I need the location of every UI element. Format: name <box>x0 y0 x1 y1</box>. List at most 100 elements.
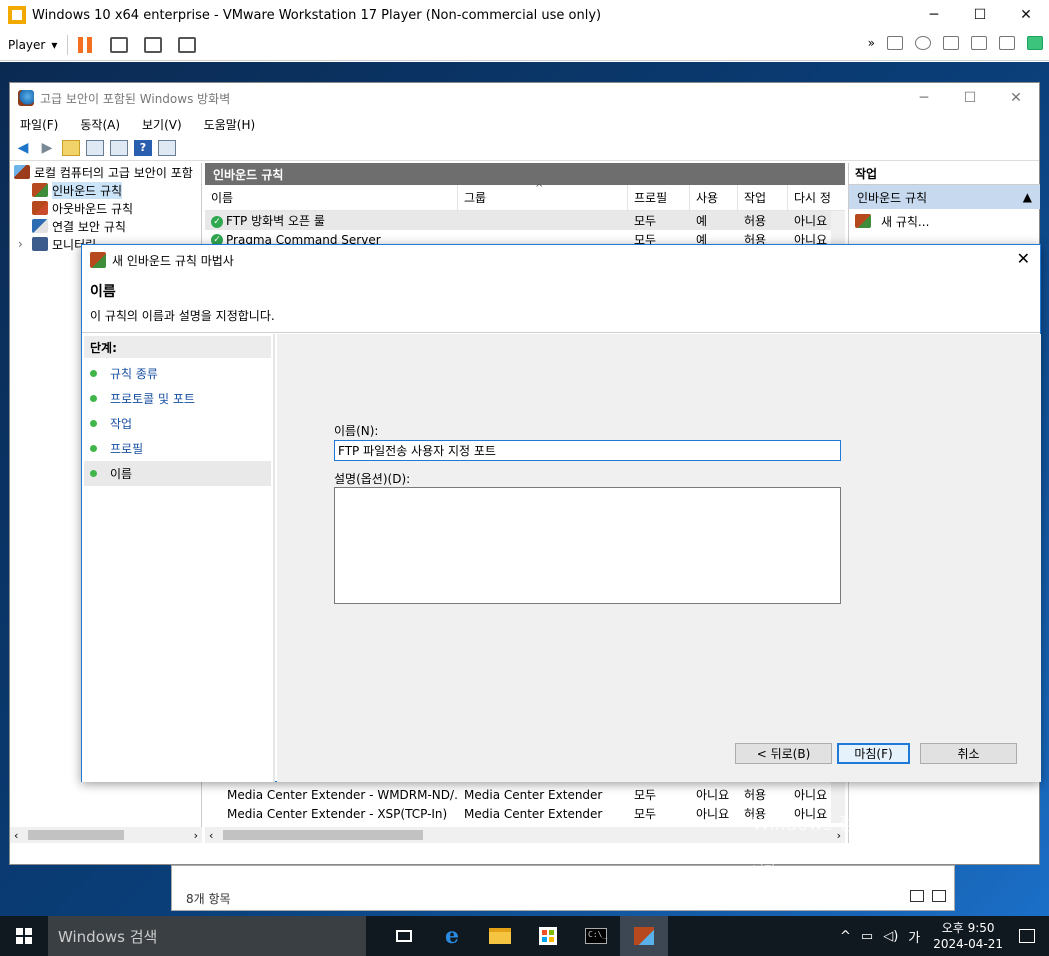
more-devices-icon[interactable]: » <box>868 36 875 50</box>
back-button[interactable]: < 뒤로(B) <box>735 743 832 764</box>
view-toggle-icons <box>910 890 946 902</box>
action-section-label: 인바운드 규칙 <box>857 190 928 205</box>
start-button[interactable] <box>0 916 48 956</box>
tiles-view-icon[interactable] <box>932 890 946 902</box>
forward-arrow-icon[interactable]: ▶ <box>38 140 56 156</box>
rules-horizontal-scrollbar[interactable]: ‹ › <box>205 827 845 843</box>
printer-icon[interactable] <box>999 36 1015 50</box>
tree-root[interactable]: 로컬 컴퓨터의 고급 보안이 포함 <box>10 163 201 181</box>
taskbar-search[interactable]: Windows 검색 <box>48 916 366 956</box>
scroll-left-icon[interactable]: ‹ <box>14 829 18 842</box>
ime-indicator[interactable]: 가 <box>908 927 920 946</box>
details-view-icon[interactable] <box>910 890 924 902</box>
store-icon <box>539 927 557 945</box>
column-header-action[interactable]: 작업 <box>738 184 788 211</box>
help-icon[interactable]: ? <box>134 139 152 156</box>
tree-horizontal-scrollbar[interactable]: ‹ › <box>10 827 202 843</box>
up-folder-icon[interactable] <box>62 139 80 156</box>
pause-icon[interactable] <box>78 37 93 53</box>
step-status-icon <box>90 470 97 477</box>
step-label: 작업 <box>110 417 133 431</box>
chevron-down-icon: ▾ <box>51 38 58 52</box>
step-action[interactable]: 작업 <box>84 411 271 436</box>
unity-icon[interactable] <box>178 37 197 53</box>
wizard-subheading: 이 규칙의 이름과 설명을 지정합니다. <box>90 309 275 323</box>
step-protocol-port[interactable]: 프로토콜 및 포트 <box>84 386 271 411</box>
tree-item-connection-security-rules[interactable]: 연결 보안 규칙 <box>10 217 201 235</box>
send-ctrl-alt-del-icon[interactable] <box>110 37 129 53</box>
clock[interactable]: 오후 9:50 2024-04-21 <box>933 920 1003 952</box>
sound-card-icon[interactable] <box>971 36 987 50</box>
table-row[interactable]: Media Center Extender - WMDRM-ND/... Med… <box>205 785 828 804</box>
step-rule-type[interactable]: 규칙 종류 <box>84 361 271 386</box>
column-header-profile[interactable]: 프로필 <box>628 184 690 211</box>
system-tray: ^ ▭ ◁) 가 오후 9:50 2024-04-21 <box>835 916 1049 956</box>
column-header-name[interactable]: 이름 <box>205 184 458 211</box>
export-list-icon[interactable] <box>110 139 128 156</box>
file-explorer-button[interactable] <box>476 916 524 956</box>
menu-view[interactable]: 보기(V) <box>142 116 182 133</box>
expand-chevron-icon[interactable]: › <box>18 237 32 251</box>
action-new-rule[interactable]: 새 규칙... <box>849 209 1040 233</box>
tree-item-inbound-rules[interactable]: 인바운드 규칙 <box>10 181 201 199</box>
cancel-button[interactable]: 취소 <box>920 743 1017 764</box>
vmware-minimize-button[interactable]: ─ <box>911 0 957 30</box>
firewall-taskbar-button[interactable] <box>620 916 668 956</box>
back-arrow-icon[interactable]: ◀ <box>14 140 32 156</box>
taskbar: Windows 검색 e C:\_ ^ ▭ ◁) 가 오후 9:50 2024-… <box>0 916 1049 956</box>
player-menu[interactable]: Player ▾ <box>8 38 57 52</box>
column-header-enabled[interactable]: 사용 <box>690 184 738 211</box>
name-input[interactable] <box>334 440 841 461</box>
firewall-maximize-button[interactable]: ☐ <box>947 83 993 113</box>
step-profile[interactable]: 프로필 <box>84 436 271 461</box>
firewall-minimize-button[interactable]: ─ <box>901 83 947 113</box>
firewall-close-button[interactable]: ✕ <box>993 83 1039 113</box>
vmware-toolbar: Player ▾ » <box>0 30 1049 61</box>
menu-action[interactable]: 동작(A) <box>80 116 120 133</box>
step-label: 프로필 <box>110 442 144 456</box>
vmware-window-title: Windows 10 x64 enterprise - VMware Works… <box>32 7 602 23</box>
volume-icon[interactable]: ◁) <box>883 929 898 944</box>
cd-rom-icon[interactable] <box>915 36 931 50</box>
wizard-close-button[interactable]: ✕ <box>1017 249 1030 268</box>
menu-help[interactable]: 도움말(H) <box>204 116 256 133</box>
show-hidden-icons-chevron-icon[interactable]: ^ <box>840 929 851 944</box>
column-header-override[interactable]: 다시 정 <box>788 185 831 211</box>
action-section-inbound[interactable]: 인바운드 규칙 ▲ <box>849 185 1040 209</box>
new-inbound-rule-wizard: 새 인바운드 규칙 마법사 ✕ 이름 이 규칙의 이름과 설명을 지정합니다. … <box>81 244 1041 782</box>
vmware-maximize-button[interactable]: ☐ <box>957 0 1003 30</box>
tree-item-outbound-rules[interactable]: 아웃바운드 규칙 <box>10 199 201 217</box>
finish-button[interactable]: 마침(F) <box>837 743 910 764</box>
show-hide-action-pane-icon[interactable] <box>158 139 176 156</box>
store-button[interactable] <box>524 916 572 956</box>
enabled-check-icon: ✓ <box>211 215 223 228</box>
task-view-button[interactable] <box>380 916 428 956</box>
menu-file[interactable]: 파일(F) <box>20 116 58 133</box>
action-center-icon[interactable] <box>1019 929 1035 943</box>
vmware-close-button[interactable]: ✕ <box>1003 0 1049 30</box>
table-row[interactable]: ✓ FTP 방화벽 오픈 룰 모두 예 허용 아니요 <box>205 211 845 230</box>
vmware-title-bar: Windows 10 x64 enterprise - VMware Works… <box>0 0 1049 30</box>
collapse-up-icon[interactable]: ▲ <box>1023 190 1032 204</box>
rule-enabled: 예 <box>696 214 708 228</box>
firewall-app-icon <box>18 90 34 106</box>
firewall-toolbar: ◀ ▶ ? <box>10 135 1039 161</box>
fit-guest-icon[interactable] <box>144 37 163 53</box>
network-adapter-icon[interactable] <box>943 36 959 50</box>
item-count: 8개 항목 <box>186 892 231 906</box>
rule-override: 아니요 <box>794 788 828 802</box>
network-icon[interactable]: ▭ <box>861 929 873 944</box>
scroll-right-icon[interactable]: › <box>194 829 198 842</box>
scrollbar-thumb[interactable] <box>223 830 423 840</box>
command-prompt-button[interactable]: C:\_ <box>572 916 620 956</box>
scroll-left-icon[interactable]: ‹ <box>209 829 213 842</box>
rule-override: 아니요 <box>794 214 828 228</box>
step-name[interactable]: 이름 <box>84 461 271 486</box>
table-row[interactable]: Media Center Extender - XSP(TCP-In) Medi… <box>205 804 828 823</box>
show-hide-tree-icon[interactable] <box>86 139 104 156</box>
scrollbar-thumb[interactable] <box>28 830 124 840</box>
message-log-icon[interactable] <box>1027 36 1043 50</box>
hard-disk-icon[interactable] <box>887 36 903 50</box>
description-input[interactable] <box>334 487 841 604</box>
edge-button[interactable]: e <box>428 916 476 956</box>
